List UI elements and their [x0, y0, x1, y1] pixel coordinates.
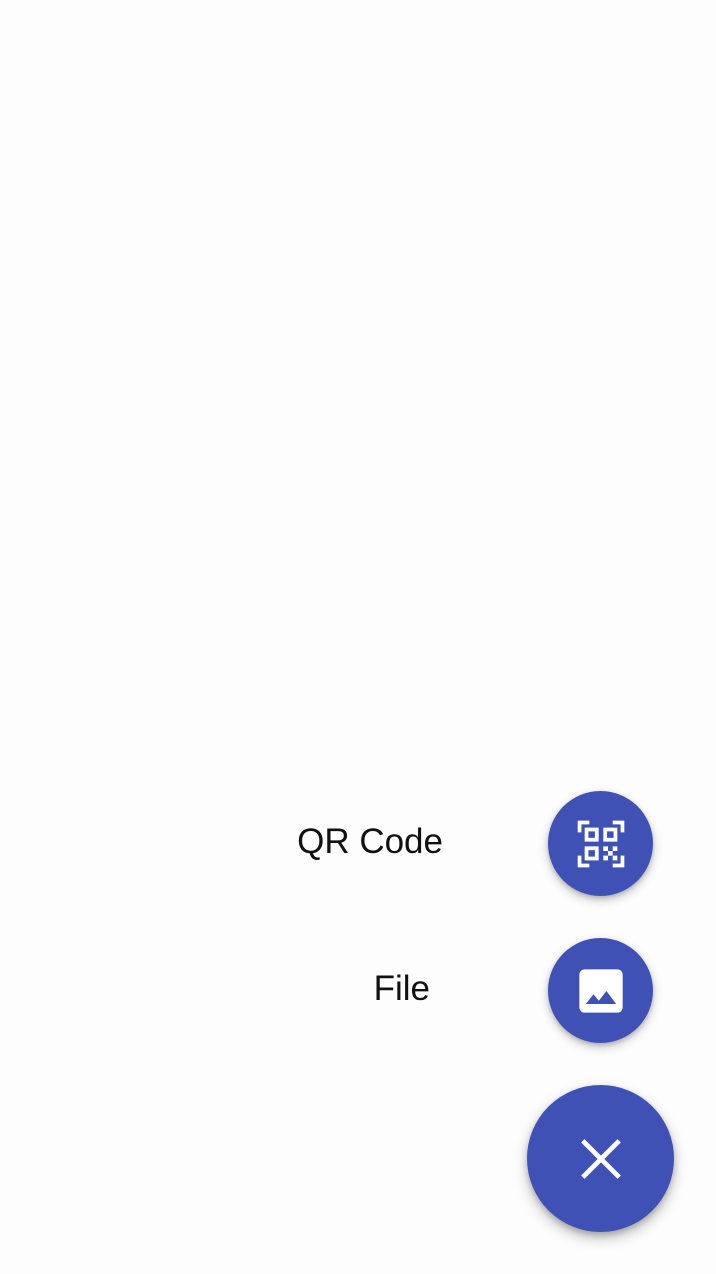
- close-speed-dial-button[interactable]: [527, 1085, 674, 1232]
- image-icon: [578, 968, 623, 1013]
- file-button[interactable]: [548, 938, 653, 1043]
- close-icon: [580, 1138, 621, 1179]
- file-label[interactable]: File: [374, 969, 430, 1009]
- qr-code-button[interactable]: [548, 791, 653, 896]
- qr-code-label[interactable]: QR Code: [297, 822, 443, 862]
- app-screen: QR Code File: [0, 0, 716, 1274]
- qr-code-icon: [577, 820, 624, 867]
